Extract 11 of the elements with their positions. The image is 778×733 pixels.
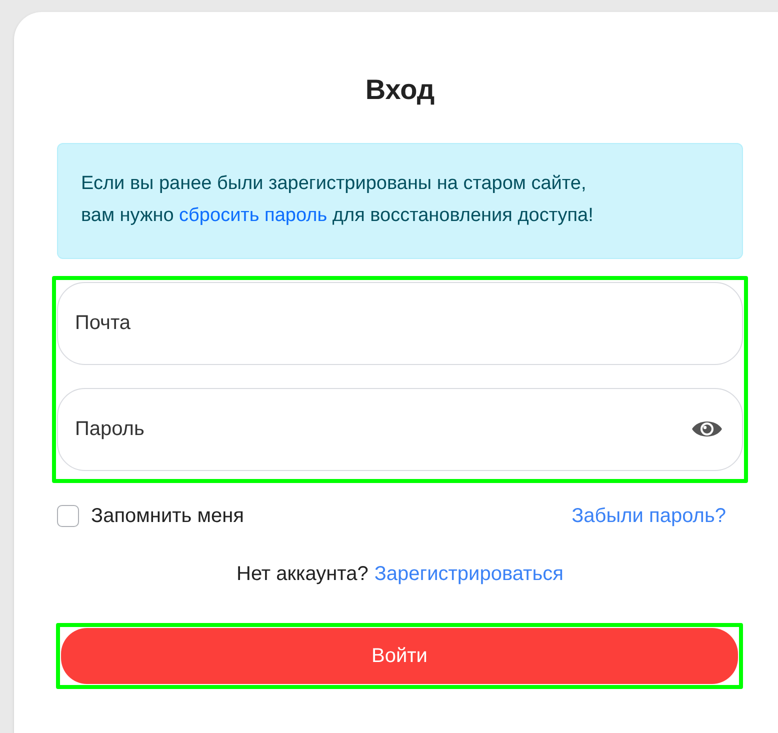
forgot-password-link[interactable]: Забыли пароль? — [572, 501, 726, 531]
register-link[interactable]: Зарегистрироваться — [374, 559, 564, 589]
email-field[interactable]: Почта — [57, 282, 743, 365]
password-field[interactable]: Пароль — [57, 388, 743, 471]
page-title: Вход — [364, 73, 436, 107]
remember-label: Запомнить меня — [91, 504, 244, 529]
no-account-text: Нет аккаунта? — [236, 562, 368, 587]
notice-text: Если вы ранее были зарегистрированы на старом сайте, вам нужно сбросить пароль для восстановления доступа! — [81, 173, 594, 226]
reset-password-link[interactable]: сбросить пароль — [179, 205, 328, 226]
login-button[interactable]: Войти — [61, 628, 738, 684]
remember-checkbox[interactable] — [57, 505, 79, 527]
